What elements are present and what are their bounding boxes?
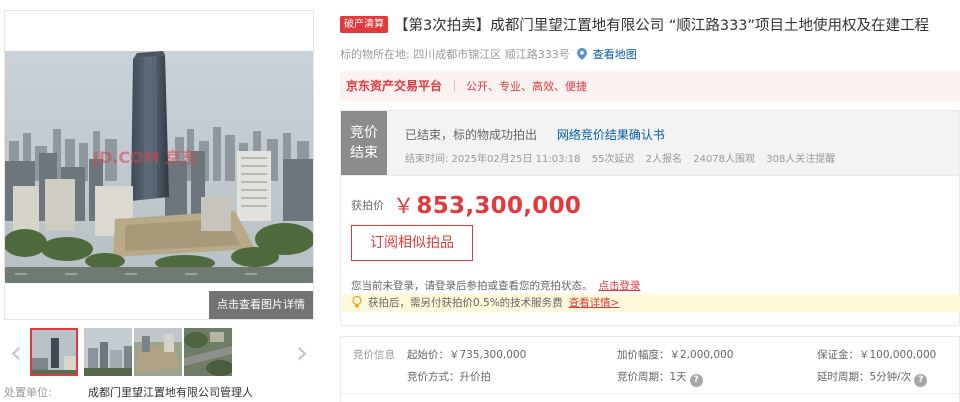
view-count: 24078人围观 [693,154,756,165]
auction-status-panel: 竞价 结束 已结束，标的物成功拍出 网络竞价结果确认书 结束时间: 2025年0… [340,110,960,176]
thumbnail-2[interactable] [84,328,132,376]
login-tip: 您当前未登录，请登录后参拍或查看您的竞拍状态。 点击登录 [351,278,641,293]
view-map-link[interactable]: 查看地图 [593,48,637,61]
platform-divider [453,80,455,92]
final-price-label: 获拍价 [351,199,384,212]
final-price-row: 获拍价 ￥853,300,000 [351,190,581,220]
end-time: 结束时间: 2025年02月25日 11:03:18 [405,154,581,165]
thumbnail-3[interactable] [134,328,182,376]
platform-logo: 京东资产交易平台 [346,79,443,93]
platform-banner: 京东资产交易平台 公开、专业、高效、便捷 [340,71,960,101]
bankruptcy-badge: 破产清算 [340,16,388,33]
view-photo-detail-button[interactable]: 点击查看图片详情 [209,291,313,319]
final-price: ￥853,300,000 [393,193,581,219]
watch-count: 308人关注提醒 [766,154,836,165]
login-tip-text: 您当前未登录，请登录后参拍或查看您的竞拍状态。 [351,280,593,292]
dispose-unit-value: 成都门里望江置地有限公司管理人 [88,386,253,399]
thumbnail-4[interactable] [184,328,232,376]
subscribe-similar-button[interactable]: 订阅相似拍品 [351,225,473,261]
lightbulb-icon [352,296,362,308]
chevron-right-icon[interactable]: › [290,332,314,372]
delay-period-row: 延时周期：5分钟/次? [817,369,928,387]
bid-info-label: 竞价信息 [353,349,395,361]
location-row: 标的物所在地: 四川成都市锦江区 顺江路333号 查看地图 [340,46,637,62]
thumbnail-1[interactable] [30,328,78,376]
status-tag-line2: 结束 [350,145,378,161]
service-fee-detail-link[interactable]: 查看详情> [569,297,620,309]
price-panel: 获拍价 ￥853,300,000 订阅相似拍品 您当前未登录，请登录后参拍或查看… [340,176,960,326]
chevron-left-icon[interactable]: ‹ [4,332,28,372]
dispose-unit-label: 处置单位: [4,386,52,399]
deposit: 保证金：￥100,000,000 [817,349,937,361]
starting-price: 起始价：￥735,300,000 [407,349,527,361]
thumbnail-strip: ‹ › [4,328,316,378]
bid-period: 竞价周期：1天 [617,371,687,383]
status-details: 结束时间: 2025年02月25日 11:03:18 55次延迟 2人报名 24… [405,150,843,165]
help-icon[interactable]: ? [689,374,703,387]
bid-method: 竞价方式：升价拍 [407,371,491,383]
currency-symbol: ￥ [393,194,415,218]
delay-period: 延时周期：5分钟/次 [817,371,912,383]
service-fee-notice: 获拍后，需另付获拍价0.5%的技术服务费 查看详情> [342,294,960,312]
status-main: 已结束，标的物成功拍出 网络竞价结果确认书 [405,126,665,143]
watermark: JD.COM 京东 [92,148,197,167]
signup-count: 2人报名 [645,154,683,165]
status-tag-line1: 竞价 [350,125,378,141]
item-title-row: 破产清算 【第3次拍卖】成都门里望江置地有限公司 “顺江路333”项目土地使用权及… [340,14,960,35]
bid-period-row: 竞价周期：1天? [617,369,703,387]
main-photo[interactable]: JD.COM 京东 点击查看图片详情 [4,10,314,320]
location-label: 标的物所在地: [340,48,410,61]
platform-slogan: 公开、专业、高效、便捷 [466,80,588,93]
final-price-amount: 853,300,000 [416,193,582,219]
dispose-unit: 处置单位: 成都门里望江置地有限公司管理人 [4,384,253,400]
map-pin-icon [577,48,588,60]
bid-increment: 加价幅度：￥2,000,000 [617,349,734,361]
divider [341,393,959,394]
city-photo: JD.COM 京东 [5,11,313,319]
item-title: 【第3次拍卖】成都门里望江置地有限公司 “顺江路333”项目土地使用权及在建工程 [394,18,930,34]
delay-count: 55次延迟 [591,154,635,165]
help-icon[interactable]: ? [914,374,928,387]
status-text: 已结束，标的物成功拍出 [405,128,538,142]
status-tag: 竞价 结束 [341,111,387,175]
location-value: 四川成都市锦江区 顺江路333号 [413,48,570,61]
login-link[interactable]: 点击登录 [599,280,641,292]
service-fee-text: 获拍后，需另付获拍价0.5%的技术服务费 [368,297,563,309]
bid-info-panel: 竞价信息 起始价：￥735,300,000 加价幅度：￥2,000,000 保证… [340,336,960,402]
result-confirmation-link[interactable]: 网络竞价结果确认书 [557,128,665,142]
